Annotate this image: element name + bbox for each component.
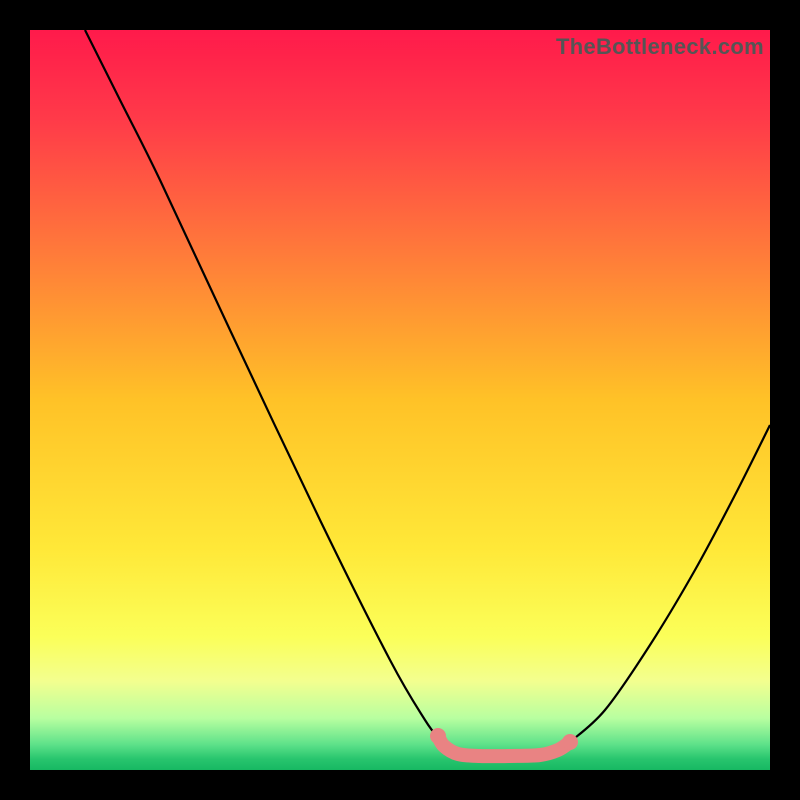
valley-marker <box>562 734 578 750</box>
chart-frame: TheBottleneck.com <box>0 0 800 800</box>
plot-area: TheBottleneck.com <box>30 30 770 770</box>
series-curve-left <box>85 30 440 740</box>
series-valley-pink <box>438 736 570 756</box>
curves-layer <box>30 30 770 770</box>
valley-marker <box>430 728 446 744</box>
watermark-text: TheBottleneck.com <box>556 34 764 60</box>
series-curve-right <box>570 425 770 742</box>
